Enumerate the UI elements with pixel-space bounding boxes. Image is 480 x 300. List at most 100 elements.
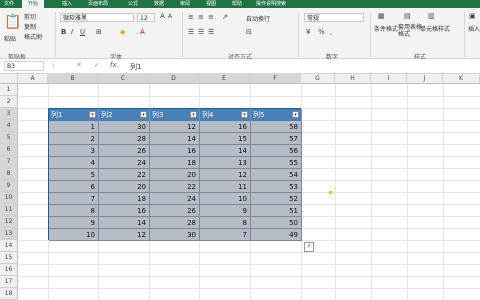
row-header-16[interactable]: 16 — [0, 264, 18, 276]
align-left-icon[interactable]: ☰ — [188, 28, 194, 36]
row-header-9[interactable]: 9 — [0, 180, 18, 192]
filter-dropdown-icon[interactable]: ▾ — [89, 111, 96, 118]
table-cell[interactable]: 16 — [150, 145, 200, 157]
increase-font-icon[interactable]: A — [160, 12, 165, 20]
table-cell[interactable]: 30 — [150, 229, 200, 241]
cut-button[interactable]: 剪切 — [24, 12, 36, 21]
table-cell[interactable]: 53 — [251, 181, 302, 193]
table-cell[interactable]: 22 — [150, 181, 200, 193]
row-header-7[interactable]: 7 — [0, 156, 18, 168]
table-header-cell[interactable]: 列3 ▾ — [150, 109, 200, 121]
filter-dropdown-icon[interactable]: ▾ — [292, 111, 299, 118]
table-cell[interactable]: 26 — [150, 205, 200, 217]
table-cell[interactable]: 18 — [99, 193, 150, 205]
row-header-13[interactable]: 13 — [0, 228, 18, 240]
tab-data[interactable]: 数据 — [154, 0, 164, 8]
table-cell[interactable]: 8 — [49, 205, 99, 217]
table-cell[interactable]: 12 — [200, 169, 251, 181]
table-cell[interactable]: 2 — [49, 133, 99, 145]
table-header-cell[interactable]: 列1 ▾ — [49, 109, 99, 121]
percent-icon[interactable]: % — [318, 28, 325, 36]
fill-color-icon[interactable]: ◆ — [120, 28, 125, 36]
table-cell[interactable]: 28 — [150, 217, 200, 229]
row-header-10[interactable]: 10 — [0, 192, 18, 204]
table-cell[interactable]: 28 — [99, 133, 150, 145]
italic-icon[interactable]: I — [71, 28, 73, 36]
column-header-c[interactable]: C — [98, 74, 149, 84]
paste-button[interactable]: 粘贴 — [4, 34, 16, 43]
insert-cells-icon[interactable]: ▣ — [469, 12, 476, 20]
tab-insert[interactable]: 插入 — [62, 0, 72, 8]
table-cell[interactable]: 4 — [49, 157, 99, 169]
align-center-icon[interactable]: ☰ — [198, 28, 204, 36]
table-cell[interactable]: 12 — [99, 229, 150, 241]
table-cell[interactable]: 3 — [49, 145, 99, 157]
table-cell[interactable]: 12 — [150, 121, 200, 133]
quick-analysis-icon[interactable]: ⚡ — [304, 242, 314, 252]
merge-center-icon[interactable]: ⊟ — [246, 28, 252, 36]
table-cell[interactable]: 14 — [150, 133, 200, 145]
table-cell[interactable]: 49 — [251, 229, 302, 241]
table-cell[interactable]: 10 — [200, 193, 251, 205]
table-cell[interactable]: 20 — [99, 181, 150, 193]
table-cell[interactable]: 26 — [99, 145, 150, 157]
column-header-a[interactable]: A — [18, 74, 48, 84]
align-middle-icon[interactable]: ≡ — [198, 13, 204, 21]
column-header-h[interactable]: H — [335, 74, 371, 84]
bold-icon[interactable]: B — [61, 28, 66, 36]
row-header-4[interactable]: 4 — [0, 120, 18, 132]
filter-dropdown-icon[interactable]: ▾ — [241, 111, 248, 118]
table-cell[interactable]: 6 — [49, 181, 99, 193]
enter-icon[interactable]: ✓ — [94, 61, 100, 69]
tab-page-layout[interactable]: 页面布局 — [88, 0, 108, 8]
data-table[interactable]: 列1 ▾ 列2 ▾ 列3 ▾ 列4 ▾ 列5 ▾ 1 30 12 16 58 2 28 14 15 57 3 26 16 14… — [48, 108, 302, 241]
table-cell[interactable]: 7 — [200, 229, 251, 241]
filter-dropdown-icon[interactable]: ▾ — [190, 111, 197, 118]
table-cell[interactable]: 50 — [251, 217, 302, 229]
tab-home[interactable]: 开始 — [22, 0, 44, 8]
border-icon[interactable]: ⊞ — [96, 28, 102, 36]
row-header-17[interactable]: 17 — [0, 276, 18, 288]
align-top-icon[interactable]: ≡ — [188, 13, 194, 21]
table-header-cell[interactable]: 列5 ▾ — [251, 109, 302, 121]
font-size-select[interactable]: 12 — [137, 13, 155, 22]
select-all-corner[interactable] — [0, 74, 18, 84]
table-cell[interactable]: 18 — [150, 157, 200, 169]
column-header-e[interactable]: E — [199, 74, 250, 84]
table-cell[interactable]: 1 — [49, 121, 99, 133]
insert-function-icon[interactable]: fx — [110, 61, 117, 69]
orientation-icon[interactable]: ↗ — [222, 13, 228, 21]
table-cell[interactable]: 24 — [150, 193, 200, 205]
worksheet-grid[interactable]: A B C D E F G H I J K 1 2 3 4 5 6 7 8 9 … — [0, 74, 480, 300]
table-cell[interactable]: 15 — [200, 133, 251, 145]
column-header-d[interactable]: D — [149, 74, 199, 84]
table-format-icon[interactable]: ▤ — [404, 12, 411, 20]
underline-icon[interactable]: U — [80, 28, 85, 36]
filter-dropdown-icon[interactable]: ▾ — [140, 111, 147, 118]
table-cell[interactable]: 7 — [49, 193, 99, 205]
table-cell[interactable]: 30 — [99, 121, 150, 133]
column-header-f[interactable]: F — [250, 74, 301, 84]
table-cell[interactable]: 16 — [99, 205, 150, 217]
font-color-icon[interactable]: A — [140, 28, 145, 36]
table-cell[interactable]: 5 — [49, 169, 99, 181]
table-cell[interactable]: 56 — [251, 145, 302, 157]
column-header-k[interactable]: K — [443, 74, 480, 84]
table-header-cell[interactable]: 列2 ▾ — [99, 109, 150, 121]
row-header-1[interactable]: 1 — [0, 84, 18, 96]
align-right-icon[interactable]: ☰ — [208, 28, 214, 36]
table-cell[interactable]: 57 — [251, 133, 302, 145]
font-name-select[interactable]: 微软雅黑 — [60, 13, 134, 22]
cancel-icon[interactable]: ✕ — [76, 61, 82, 69]
row-header-5[interactable]: 5 — [0, 132, 18, 144]
currency-icon[interactable]: ¥ — [306, 28, 310, 36]
cell-styles-icon[interactable]: ▥ — [428, 12, 435, 20]
tab-review[interactable]: 审阅 — [180, 0, 190, 8]
conditional-format-icon[interactable]: ▦ — [378, 12, 385, 20]
row-header-18[interactable]: 18 — [0, 288, 18, 300]
table-cell[interactable]: 52 — [251, 193, 302, 205]
table-cell[interactable]: 22 — [99, 169, 150, 181]
table-cell[interactable]: 9 — [200, 205, 251, 217]
tell-me-search[interactable]: 操作说明搜索 — [256, 0, 286, 8]
paste-icon[interactable]: 📋 — [4, 14, 21, 30]
